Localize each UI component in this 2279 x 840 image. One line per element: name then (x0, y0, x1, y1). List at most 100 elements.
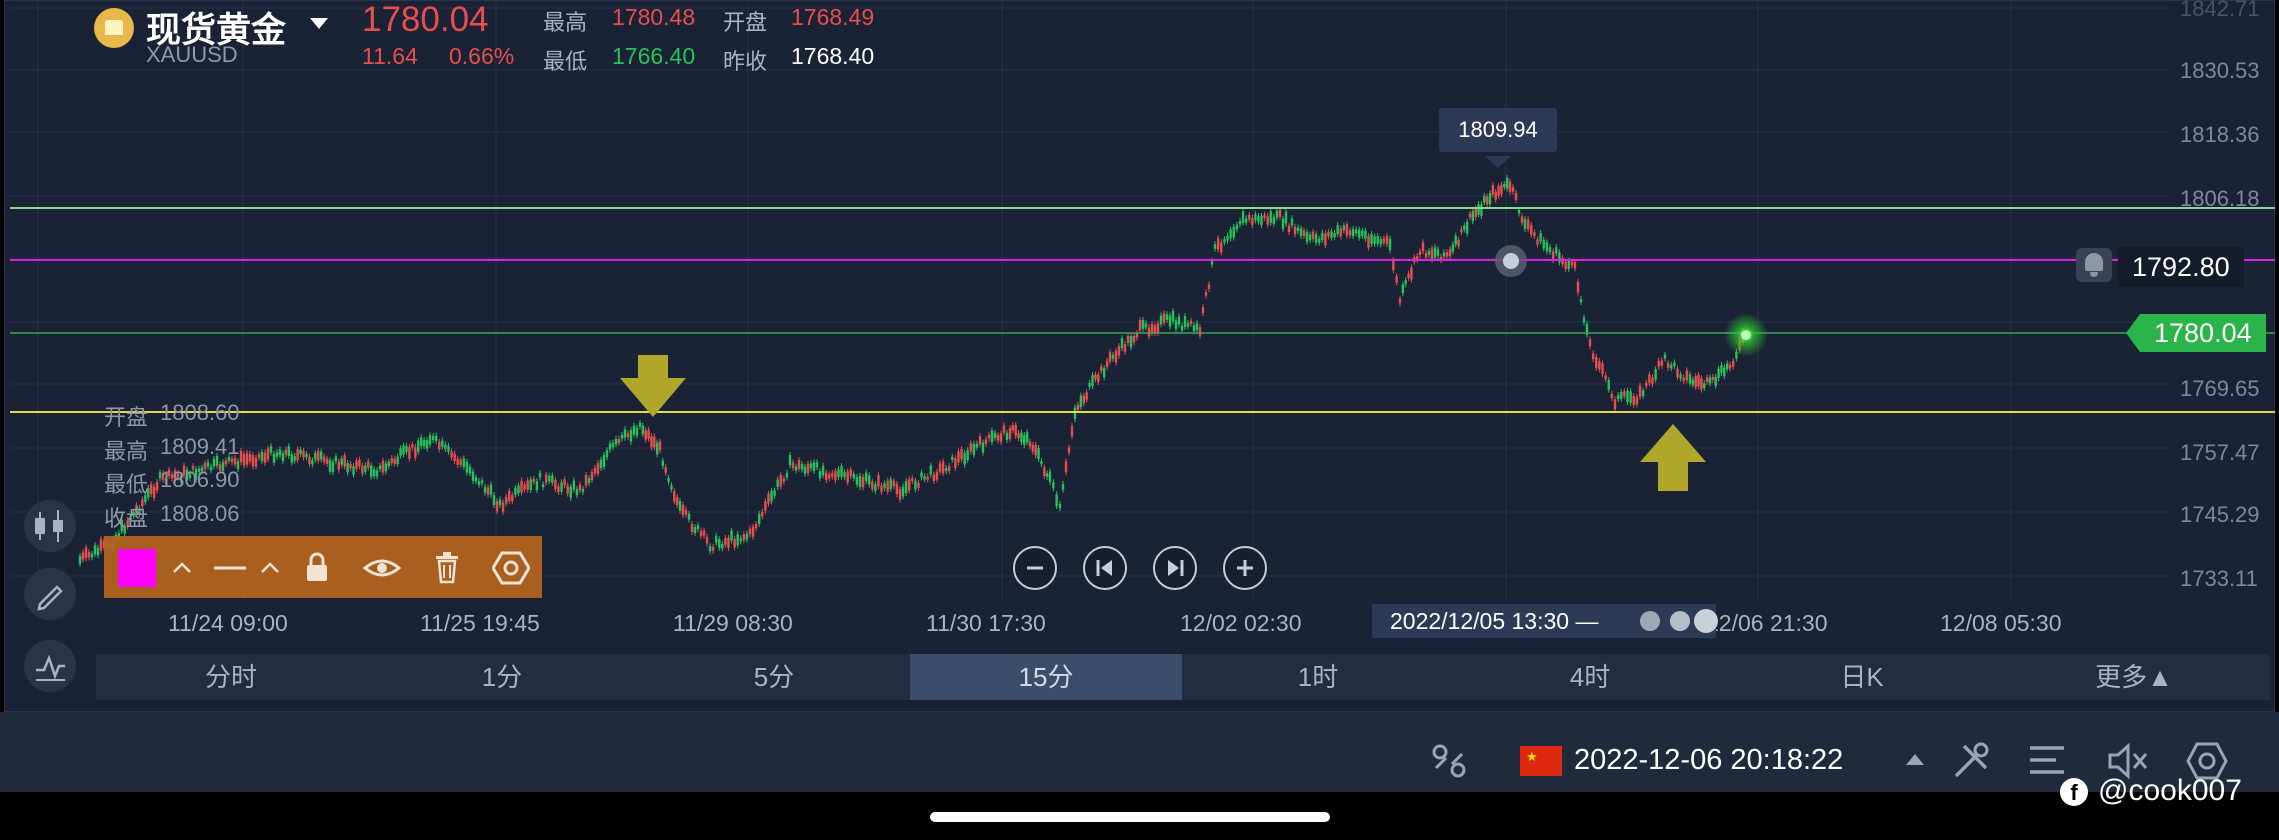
candle-body (462, 458, 466, 467)
time-axis-label: 11/29 08:30 (673, 610, 793, 636)
ohlc-open-value: 1808.60 (160, 400, 240, 425)
candle-body (1045, 473, 1049, 477)
candle-body (1123, 344, 1127, 352)
trash-icon[interactable] (432, 550, 462, 586)
candle-body (569, 486, 572, 498)
candle-body (417, 440, 420, 452)
tab-timeframe[interactable]: 分时 (96, 654, 366, 700)
draw-tool-button[interactable] (24, 568, 76, 620)
candle-body (566, 485, 569, 494)
candle-body (1676, 368, 1679, 378)
candle-body (1017, 433, 1020, 439)
candle-body (644, 430, 647, 440)
candle-body (1494, 191, 1497, 200)
candle-body (1385, 235, 1389, 245)
candle-body (635, 427, 639, 436)
candle-body (155, 481, 159, 491)
link-off-icon[interactable] (1428, 740, 1470, 782)
alert-price-tag[interactable]: 1792.80 (2118, 247, 2244, 287)
chevron-up-icon[interactable] (168, 550, 196, 586)
tab-timeframe[interactable]: 日K (1726, 654, 1998, 700)
line-style-icon[interactable] (210, 550, 250, 586)
collapse-caret-icon[interactable] (1906, 754, 1924, 765)
tools-icon[interactable] (1950, 740, 1992, 782)
candle-body (305, 453, 308, 458)
bell-icon[interactable] (2076, 248, 2112, 282)
tab-timeframe[interactable]: 4时 (1454, 654, 1726, 700)
candle-body (803, 466, 807, 474)
candle-body (1302, 230, 1306, 236)
crosshair-handle[interactable] (1640, 604, 1720, 638)
tab-more[interactable]: 更多▲ (1998, 654, 2270, 700)
candle-body (1714, 376, 1717, 386)
candle-body (1005, 432, 1009, 440)
candle-body (563, 479, 566, 486)
candle-body (1299, 228, 1303, 236)
tab-timeframe[interactable]: 5分 (638, 654, 910, 700)
candle-body (456, 458, 459, 465)
candle-body (1445, 252, 1449, 257)
candle-body (1168, 315, 1172, 327)
indicator-button[interactable] (24, 640, 76, 692)
jump-latest-button[interactable] (1153, 546, 1197, 590)
candle-body (1079, 395, 1083, 408)
candle-body (623, 429, 627, 438)
candle-body (1651, 377, 1654, 385)
candle-body (978, 435, 982, 445)
candle-body (486, 487, 490, 495)
tab-timeframe[interactable]: 1分 (366, 654, 638, 700)
candle-body (206, 462, 210, 467)
list-icon[interactable] (2026, 740, 2068, 782)
candle-body (617, 438, 621, 443)
candle-body (1388, 238, 1392, 251)
candle-body (957, 451, 960, 463)
candle-body (1153, 325, 1157, 334)
eye-icon[interactable] (362, 550, 402, 586)
zoom-in-button[interactable] (1223, 546, 1267, 590)
candle-body (1514, 192, 1518, 201)
candle-body (914, 480, 917, 490)
candle-body (1463, 225, 1466, 230)
candle-body (1138, 320, 1142, 331)
candle-body (733, 538, 736, 548)
candle-body (1700, 378, 1703, 390)
candle-body (1094, 374, 1097, 380)
candle-body (1105, 360, 1109, 368)
candle-body (1591, 353, 1595, 360)
candle-body (1031, 445, 1035, 452)
candle-body (641, 425, 645, 435)
candle-body (1460, 228, 1463, 233)
lock-icon[interactable] (302, 550, 332, 586)
color-swatch[interactable] (118, 549, 156, 587)
jump-start-button[interactable] (1083, 546, 1127, 590)
candle-body (372, 469, 376, 477)
candle-body (239, 451, 243, 463)
settings-icon[interactable] (492, 550, 530, 586)
tab-timeframe[interactable]: 1时 (1182, 654, 1454, 700)
candle-body (428, 435, 432, 445)
price-axis-label: 1842.71 (2180, 0, 2260, 21)
candle-body (260, 452, 264, 461)
candle-body (450, 451, 453, 458)
candle-body (1324, 233, 1327, 246)
chevron-up-icon[interactable] (256, 550, 284, 586)
candle-body (837, 469, 840, 477)
candle-body (809, 463, 813, 469)
candle-body (1254, 214, 1257, 221)
candle-body (1023, 434, 1026, 445)
candle-body (1508, 181, 1512, 192)
tab-timeframe-active[interactable]: 15分 (910, 654, 1182, 700)
candle-body (90, 553, 94, 558)
candle-body (675, 497, 679, 506)
candle-body (1275, 210, 1279, 218)
candle-body (629, 430, 633, 442)
zoom-out-button[interactable] (1013, 546, 1057, 590)
price-chart[interactable] (0, 0, 2279, 712)
candlestick-type-button[interactable] (24, 500, 76, 552)
candle-body (739, 538, 742, 542)
candle-body (346, 463, 349, 473)
dropdown-caret-icon[interactable] (310, 18, 328, 29)
candle-body (93, 545, 97, 555)
candle-body (1564, 261, 1567, 270)
candle-body (1474, 208, 1477, 217)
